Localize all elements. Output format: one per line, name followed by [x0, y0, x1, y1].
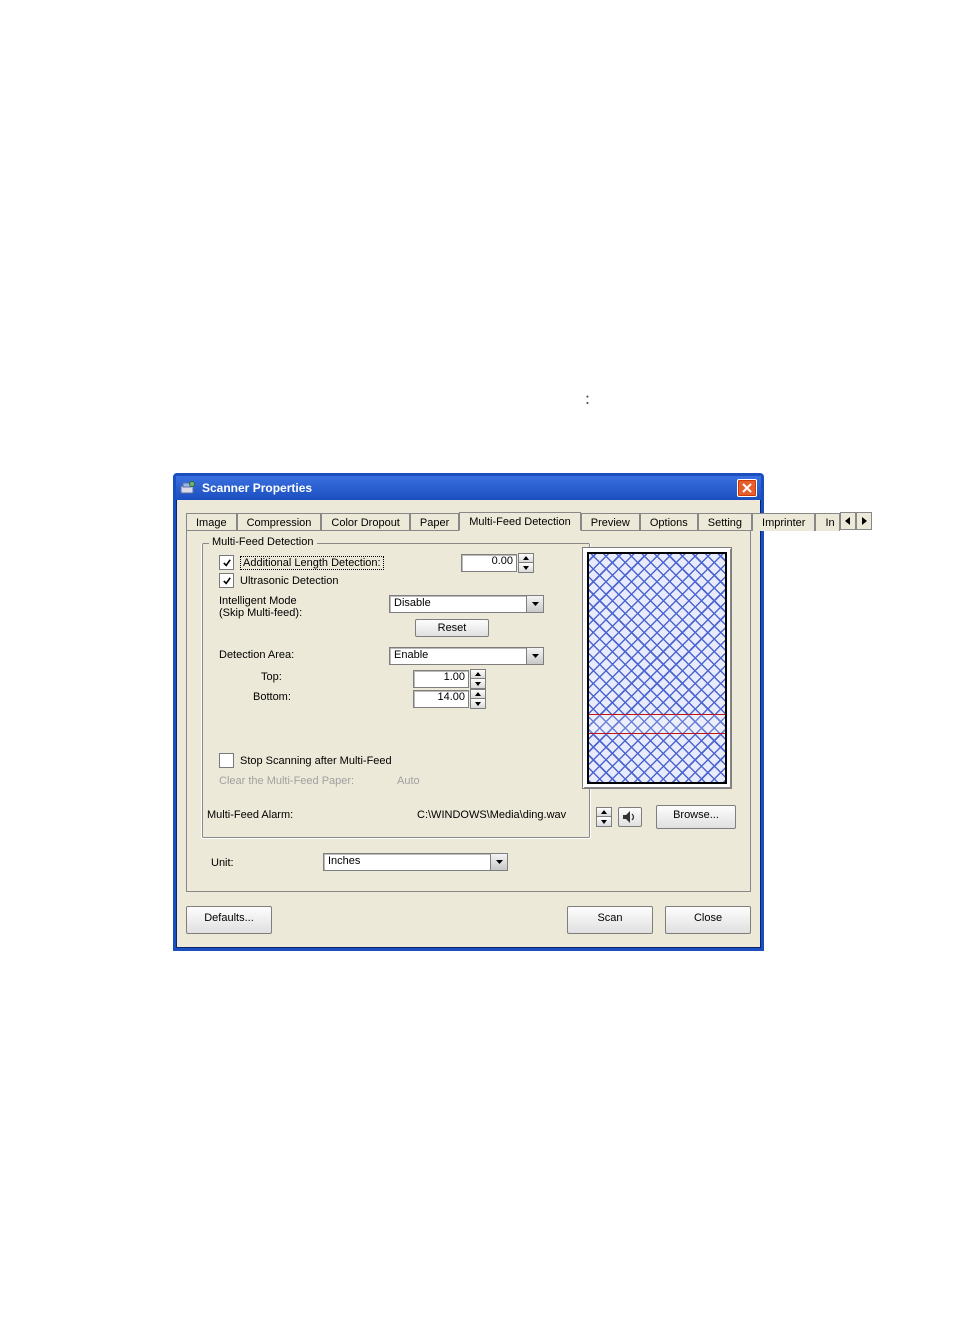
tab-strip: Image Compression Color Dropout Paper Mu…: [186, 510, 751, 530]
reset-button[interactable]: Reset: [415, 619, 489, 637]
tab-color-dropout[interactable]: Color Dropout: [321, 513, 409, 531]
spin-up-icon[interactable]: [470, 669, 486, 679]
defaults-button[interactable]: Defaults...: [186, 906, 272, 934]
tab-scroll-right[interactable]: [856, 512, 872, 530]
bottom-spinner[interactable]: 14.00: [413, 689, 486, 709]
spin-down-icon[interactable]: [518, 563, 534, 573]
intelligent-mode-value[interactable]: Disable: [389, 595, 526, 613]
alarm-label: Multi-Feed Alarm:: [207, 809, 293, 821]
detection-area-overlay: [589, 714, 725, 734]
tab-panel: Multi-Feed Detection Additional Length D…: [186, 530, 751, 892]
additional-length-label: Additional Length Detection:: [240, 556, 384, 570]
scanner-properties-window: Scanner Properties Image Compression Col…: [173, 473, 764, 951]
alarm-path: C:\WINDOWS\Media\ding.wav: [417, 809, 566, 821]
scan-button[interactable]: Scan: [567, 906, 653, 934]
chevron-down-icon[interactable]: [490, 853, 508, 871]
bottom-value[interactable]: 14.00: [413, 690, 469, 708]
close-button[interactable]: [737, 479, 757, 497]
clear-paper-value: Auto: [397, 775, 420, 787]
close-dialog-button[interactable]: Close: [665, 906, 751, 934]
unit-label: Unit:: [211, 857, 234, 869]
spin-up-icon[interactable]: [518, 553, 534, 563]
tab-image[interactable]: Image: [186, 513, 237, 531]
detection-area-label: Detection Area:: [219, 649, 294, 661]
additional-length-spinner[interactable]: 0.00: [461, 553, 534, 573]
tab-imprinter[interactable]: Imprinter: [752, 513, 815, 531]
ultrasonic-label: Ultrasonic Detection: [240, 575, 338, 587]
stop-scanning-checkbox[interactable]: [219, 753, 234, 768]
bottom-label: Bottom:: [253, 691, 291, 703]
tab-scroll-left[interactable]: [840, 512, 856, 530]
additional-length-checkbox[interactable]: [219, 555, 234, 570]
intelligent-mode-combo[interactable]: Disable: [389, 595, 544, 613]
titlebar[interactable]: Scanner Properties: [176, 476, 761, 500]
spin-down-icon[interactable]: [470, 679, 486, 689]
spin-down-icon[interactable]: [470, 699, 486, 709]
dialog-button-row: Defaults... Scan Close: [186, 906, 751, 934]
spin-down-icon[interactable]: [596, 817, 612, 827]
top-spinner[interactable]: 1.00: [413, 669, 486, 689]
chevron-down-icon[interactable]: [526, 595, 544, 613]
scanner-app-icon: [180, 480, 196, 496]
additional-length-value[interactable]: 0.00: [461, 554, 517, 572]
tab-multi-feed-detection[interactable]: Multi-Feed Detection: [459, 512, 581, 531]
intelligent-mode-label-2: (Skip Multi-feed):: [219, 607, 302, 619]
unit-value[interactable]: Inches: [323, 853, 490, 871]
spin-up-icon[interactable]: [470, 689, 486, 699]
intelligent-mode-label-1: Intelligent Mode: [219, 595, 302, 607]
chevron-down-icon[interactable]: [526, 647, 544, 665]
detection-area-combo[interactable]: Enable: [389, 647, 544, 665]
browse-button[interactable]: Browse...: [656, 805, 736, 829]
tab-partial[interactable]: In: [815, 513, 839, 531]
detection-area-value[interactable]: Enable: [389, 647, 526, 665]
ultrasonic-checkbox[interactable]: [219, 573, 234, 588]
clear-paper-label: Clear the Multi-Feed Paper:: [219, 775, 354, 787]
tab-options[interactable]: Options: [640, 513, 698, 531]
tab-setting[interactable]: Setting: [698, 513, 752, 531]
tab-preview[interactable]: Preview: [581, 513, 640, 531]
play-sound-button[interactable]: [618, 807, 642, 827]
speaker-icon: [623, 811, 637, 823]
stray-colon: :: [585, 388, 590, 409]
spin-up-icon[interactable]: [596, 807, 612, 817]
top-label: Top:: [261, 671, 282, 683]
window-title: Scanner Properties: [202, 481, 312, 495]
group-legend: Multi-Feed Detection: [209, 536, 317, 548]
preview-pane: [582, 547, 732, 789]
multi-feed-detection-group: Multi-Feed Detection Additional Length D…: [201, 543, 591, 839]
tab-compression[interactable]: Compression: [237, 513, 322, 531]
top-value[interactable]: 1.00: [413, 670, 469, 688]
alarm-spinner[interactable]: [596, 807, 612, 827]
tab-paper[interactable]: Paper: [410, 513, 459, 531]
stop-scanning-label: Stop Scanning after Multi-Feed: [240, 755, 392, 767]
unit-combo[interactable]: Inches: [323, 853, 508, 871]
close-icon: [742, 483, 752, 493]
